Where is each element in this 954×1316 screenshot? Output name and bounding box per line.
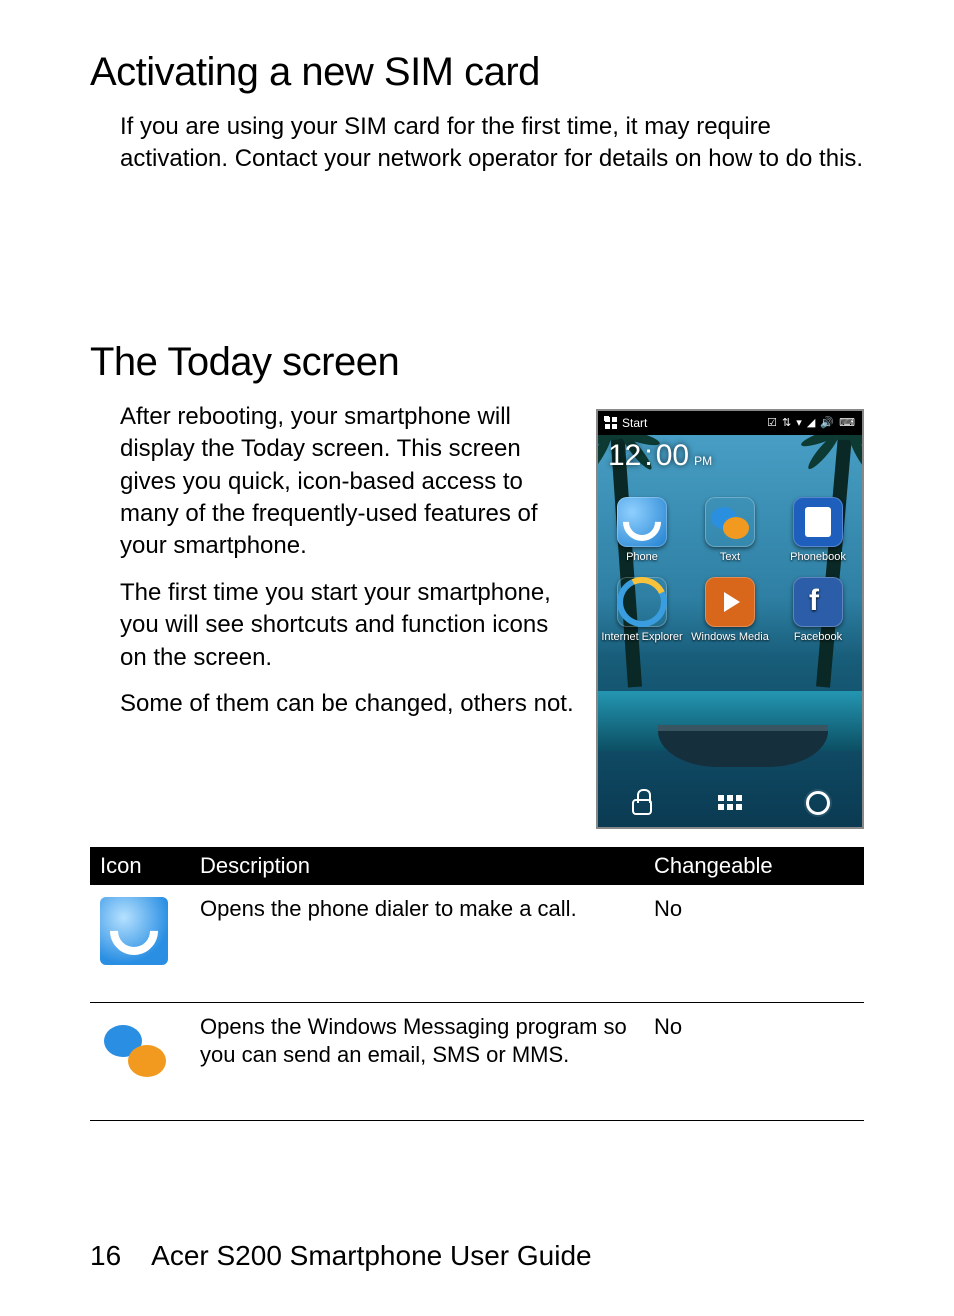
app-label: Facebook	[774, 631, 862, 643]
messaging-icon	[100, 1015, 168, 1083]
app-label: Phonebook	[774, 551, 862, 563]
para-sim-activation: If you are using your SIM card for the f…	[120, 111, 864, 176]
cell-description: Opens the phone dialer to make a call.	[200, 895, 654, 924]
cell-changeable: No	[654, 1013, 854, 1042]
app-facebook: f Facebook	[774, 577, 862, 643]
today-screen-screenshot: Start ☑ ⇅ ▾ ◢ 🔊 ⌨ 12:00PM Phone Text	[596, 409, 864, 829]
para-today-3: Some of them can be changed, others not.	[120, 688, 578, 720]
phone-clock: 12:00PM	[608, 439, 712, 473]
app-phonebook: Phonebook	[774, 497, 862, 563]
text-icon	[705, 497, 755, 547]
app-text: Text	[686, 497, 774, 563]
phone-status-bar: Start ☑ ⇅ ▾ ◢ 🔊 ⌨	[598, 411, 862, 435]
app-windows-media: Windows Media	[686, 577, 774, 643]
app-label: Internet Explorer	[598, 631, 686, 643]
para-today-1: After rebooting, your smartphone will di…	[120, 401, 578, 563]
heading-today-screen: The Today screen	[90, 340, 864, 385]
windows-media-icon	[705, 577, 755, 627]
lock-icon	[628, 789, 656, 817]
page-footer: 16 Acer S200 Smartphone User Guide	[90, 1240, 592, 1272]
table-header-row: Icon Description Changeable	[90, 847, 864, 885]
cell-description: Opens the Windows Messaging program so y…	[200, 1013, 654, 1070]
settings-gear-icon	[804, 789, 832, 817]
status-glyphs: ☑ ⇅ ▾ ◢ 🔊 ⌨	[767, 416, 856, 429]
app-label: Windows Media	[686, 631, 774, 643]
app-internet-explorer: Internet Explorer	[598, 577, 686, 643]
page-number: 16	[90, 1240, 121, 1272]
cell-changeable: No	[654, 895, 854, 924]
heading-activating-sim: Activating a new SIM card	[90, 50, 864, 95]
phone-dialer-icon	[100, 897, 168, 965]
th-changeable: Changeable	[654, 853, 854, 879]
table-row: Opens the Windows Messaging program so y…	[90, 1003, 864, 1121]
guide-title: Acer S200 Smartphone User Guide	[151, 1240, 591, 1272]
phonebook-icon	[793, 497, 843, 547]
facebook-icon: f	[793, 577, 843, 627]
ie-icon	[617, 577, 667, 627]
app-grid-icon	[716, 789, 744, 817]
table-row: Opens the phone dialer to make a call. N…	[90, 885, 864, 1003]
start-label: Start	[622, 416, 647, 430]
app-label: Text	[686, 551, 774, 563]
app-phone: Phone	[598, 497, 686, 563]
windows-logo-icon	[604, 416, 618, 430]
app-label: Phone	[598, 551, 686, 563]
th-icon: Icon	[100, 853, 200, 879]
phone-icon	[617, 497, 667, 547]
th-description: Description	[200, 853, 654, 879]
para-today-2: The first time you start your smartphone…	[120, 577, 578, 674]
icon-description-table: Icon Description Changeable Opens the ph…	[90, 847, 864, 1121]
